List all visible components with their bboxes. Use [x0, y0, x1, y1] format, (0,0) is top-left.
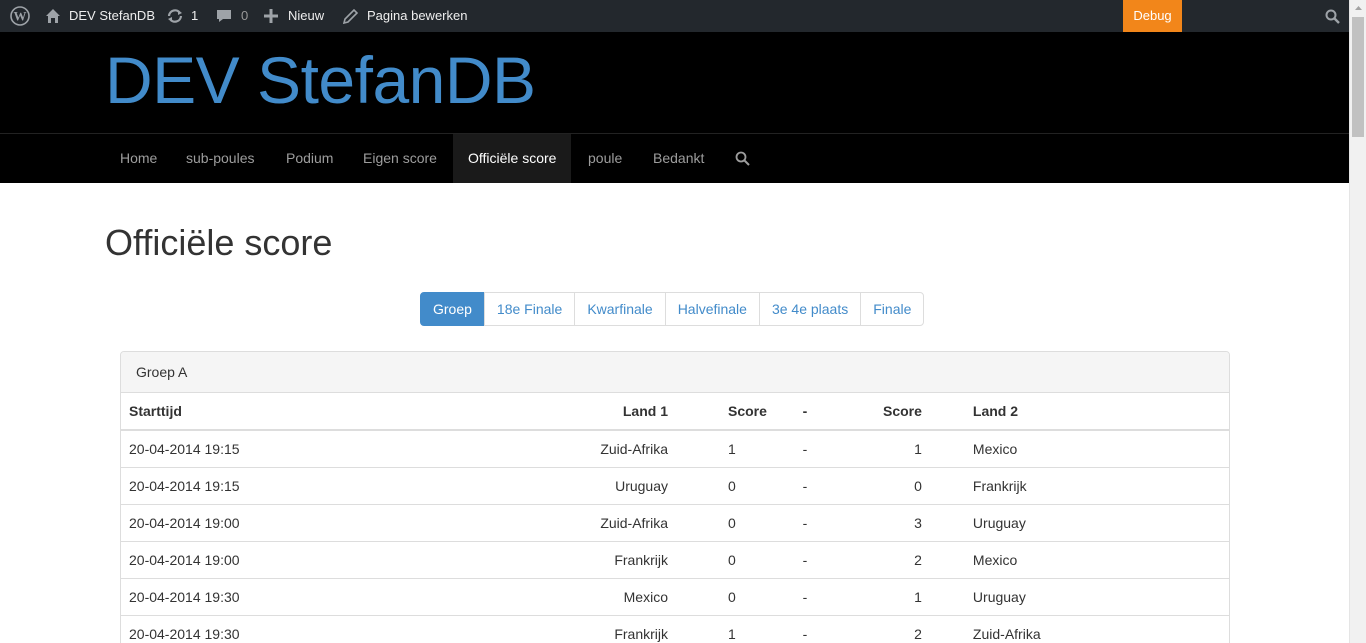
cell-land1: Zuid-Afrika [551, 503, 676, 541]
updates-link[interactable]: 1 [166, 0, 198, 32]
tab-finale[interactable]: Finale [860, 292, 925, 326]
table-row: 20-04-2014 19:15 Uruguay 0 - 0 Frankrijk [121, 466, 1229, 504]
table-row: 20-04-2014 19:15 Zuid-Afrika 1 - 1 Mexic… [121, 429, 1229, 467]
nav-item-podium[interactable]: Podium [271, 134, 348, 183]
svg-text:W: W [14, 9, 27, 24]
new-content-link[interactable]: Nieuw [264, 0, 324, 32]
nav-item-poule[interactable]: poule [573, 134, 637, 183]
edit-page-link[interactable]: Pagina bewerken [343, 0, 467, 32]
cell-dash: - [774, 540, 835, 578]
admin-bar: W DEV StefanDB 1 0 Nieuw Pagina bewerken… [0, 0, 1349, 32]
cell-score2: 2 [834, 614, 965, 643]
cell-dash: - [774, 503, 835, 541]
column-header-score2: Score [834, 393, 965, 431]
cell-score2: 2 [834, 540, 965, 578]
cell-land1: Mexico [551, 577, 676, 615]
column-header-land2: Land 2 [964, 393, 1229, 431]
cell-dash: - [774, 429, 835, 467]
comments-count: 0 [241, 8, 249, 23]
column-header-land1: Land 1 [551, 393, 676, 431]
cell-score2: 1 [834, 577, 965, 615]
cell-score2: 0 [834, 466, 965, 504]
debug-button[interactable]: Debug [1123, 0, 1182, 32]
site-header: DEV StefanDB [0, 32, 1349, 133]
cell-dash: - [774, 577, 835, 615]
nav-item-sub-poules[interactable]: sub-poules [171, 134, 270, 183]
cell-starttijd: 20-04-2014 19:30 [121, 577, 551, 615]
pencil-icon [343, 8, 358, 24]
tab-3e-4e-plaats[interactable]: 3e 4e plaats [758, 292, 862, 326]
new-label: Nieuw [288, 8, 325, 23]
cell-starttijd: 20-04-2014 19:15 [121, 429, 551, 467]
table-row: 20-04-2014 19:00 Zuid-Afrika 0 - 3 Urugu… [121, 503, 1229, 541]
wordpress-logo-icon[interactable]: W [10, 0, 30, 32]
nav-item-eigen-score[interactable]: Eigen score [348, 134, 452, 183]
cell-land1: Uruguay [551, 466, 676, 504]
refresh-icon [166, 8, 184, 24]
home-icon [45, 8, 61, 24]
tab-groep[interactable]: Groep [420, 292, 485, 326]
cell-starttijd: 20-04-2014 19:00 [121, 540, 551, 578]
site-name-link[interactable]: DEV StefanDB [45, 0, 155, 32]
cell-score1: 0 [676, 503, 775, 541]
cell-land2: Frankrijk [964, 466, 1229, 504]
round-tabs: Groep 18e Finale Kwarfinale Halvefinale … [420, 292, 925, 326]
cell-land2: Uruguay [964, 503, 1229, 541]
admin-search-icon[interactable] [1325, 0, 1340, 32]
nav-search-icon[interactable] [720, 134, 765, 183]
cell-score2: 3 [834, 503, 965, 541]
nav-item-home[interactable]: Home [105, 134, 172, 183]
nav-item-bedankt[interactable]: Bedankt [638, 134, 719, 183]
page-title: Officiële score [105, 222, 333, 263]
site-title[interactable]: DEV StefanDB [105, 40, 536, 120]
panel-heading: Groep A [121, 352, 1229, 393]
column-header-score1: Score [676, 393, 775, 431]
cell-starttijd: 20-04-2014 19:15 [121, 466, 551, 504]
table-row: 20-04-2014 19:30 Mexico 0 - 1 Uruguay [121, 577, 1229, 615]
table-row: 20-04-2014 19:00 Frankrijk 0 - 2 Mexico [121, 540, 1229, 578]
table-header-row: Starttijd Land 1 Score - Score Land 2 [121, 393, 1229, 431]
cell-land2: Uruguay [964, 577, 1229, 615]
cell-land1: Frankrijk [551, 540, 676, 578]
column-header-starttijd: Starttijd [121, 393, 551, 431]
cell-score1: 0 [676, 577, 775, 615]
tab-18e-finale[interactable]: 18e Finale [483, 292, 576, 326]
cell-score1: 1 [676, 429, 775, 467]
cell-land2: Zuid-Afrika [964, 614, 1229, 643]
cell-score1: 1 [676, 614, 775, 643]
tab-halvefinale[interactable]: Halvefinale [664, 292, 760, 326]
cell-land1: Frankrijk [551, 614, 676, 643]
cell-land1: Zuid-Afrika [551, 429, 676, 467]
comments-link[interactable]: 0 [216, 0, 248, 32]
table-row: 20-04-2014 19:30 Frankrijk 1 - 2 Zuid-Af… [121, 614, 1229, 643]
main-navigation: Home sub-poules Podium Eigen score Offic… [0, 133, 1349, 183]
tab-kwarfinale[interactable]: Kwarfinale [574, 292, 666, 326]
edit-page-label: Pagina bewerken [367, 8, 468, 23]
nav-item-officiele-score[interactable]: Officiële score [453, 134, 572, 183]
cell-dash: - [774, 466, 835, 504]
site-name-label: DEV StefanDB [69, 8, 155, 23]
cell-land2: Mexico [964, 429, 1229, 467]
scrollbar-thumb[interactable] [1352, 17, 1364, 137]
cell-starttijd: 20-04-2014 19:00 [121, 503, 551, 541]
cell-dash: - [774, 614, 835, 643]
cell-starttijd: 20-04-2014 19:30 [121, 614, 551, 643]
cell-score1: 0 [676, 466, 775, 504]
plus-icon [264, 9, 278, 23]
cell-land2: Mexico [964, 540, 1229, 578]
updates-count: 1 [191, 8, 199, 23]
scroll-up-arrow-icon[interactable] [1350, 0, 1366, 17]
group-panel: Groep A Starttijd Land 1 Score - Score L… [120, 351, 1230, 643]
scores-table: Starttijd Land 1 Score - Score Land 2 20… [121, 393, 1229, 643]
cell-score2: 1 [834, 429, 965, 467]
cell-score1: 0 [676, 540, 775, 578]
page-scrollbar[interactable] [1349, 0, 1366, 643]
column-header-dash: - [774, 393, 835, 431]
comment-icon [216, 8, 232, 24]
